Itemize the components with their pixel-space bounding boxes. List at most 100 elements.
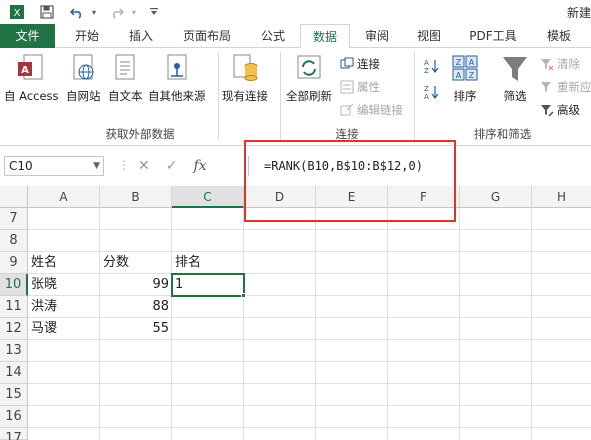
from-access-button[interactable]: A 自 Access xyxy=(4,52,59,104)
sort-icon: ZAAZ xyxy=(450,52,480,86)
cell-b12[interactable]: 55 xyxy=(100,318,172,340)
gridline xyxy=(315,208,316,440)
row-header-15[interactable]: 15 xyxy=(0,384,28,406)
from-web-button[interactable]: 自网站 xyxy=(66,52,101,104)
column-header-b[interactable]: B xyxy=(100,186,172,208)
group-label-connections: 连接 xyxy=(335,127,359,141)
undo-dropdown-icon[interactable]: ▾ xyxy=(88,2,100,22)
formula-input[interactable]: =RANK(B10,B$10:B$12,0) xyxy=(258,156,591,176)
existing-connections-icon xyxy=(230,52,260,86)
window-title: 新建 xyxy=(566,6,591,20)
column-header-g[interactable]: G xyxy=(460,186,532,208)
column-header-f[interactable]: F xyxy=(388,186,460,208)
gridline xyxy=(28,383,591,384)
name-box-dropdown-icon[interactable]: ▼ xyxy=(93,157,100,175)
sort-za-icon: ZA xyxy=(424,84,439,101)
advanced-filter-button[interactable]: 高级 xyxy=(540,102,580,118)
cell-a12[interactable]: 马谡 xyxy=(28,318,100,340)
save-icon[interactable] xyxy=(36,2,58,22)
gridline xyxy=(28,229,591,230)
tab-templates[interactable]: 模板 xyxy=(532,24,586,48)
sort-ascending-button[interactable]: AZ xyxy=(424,58,441,75)
enter-icon[interactable]: ✓ xyxy=(166,158,178,176)
row-header-10[interactable]: 10 xyxy=(0,274,28,296)
row-header-12[interactable]: 12 xyxy=(0,318,28,340)
row-header-16[interactable]: 16 xyxy=(0,406,28,428)
gridline xyxy=(531,208,532,440)
formula-divider xyxy=(248,156,249,176)
access-icon: A xyxy=(16,52,46,86)
properties-icon xyxy=(340,80,354,94)
redo-dropdown-icon[interactable]: ▾ xyxy=(128,2,140,22)
row-header-8[interactable]: 8 xyxy=(0,230,28,252)
svg-text:A: A xyxy=(21,65,29,76)
sort-descending-button[interactable]: ZA xyxy=(424,84,441,101)
ribbon-data: A 自 Access 自网站 自文本 自其他来源 现有连接 获取外部数据 全部刷… xyxy=(0,48,591,146)
row-header-13[interactable]: 13 xyxy=(0,340,28,362)
column-header-h[interactable]: H xyxy=(532,186,591,208)
cancel-icon[interactable]: ✕ xyxy=(138,158,150,176)
sort-az-icon: AZ xyxy=(424,58,439,75)
refresh-all-button[interactable]: 全部刷新 xyxy=(286,52,332,104)
column-header-c[interactable]: C xyxy=(172,186,244,208)
tab-pdf-tools[interactable]: PDF工具 xyxy=(458,24,528,48)
svg-text:Z: Z xyxy=(424,85,429,93)
cell-b11[interactable]: 88 xyxy=(100,296,172,318)
gridline xyxy=(28,405,591,406)
tab-home[interactable]: 开始 xyxy=(62,24,112,48)
svg-text:Z: Z xyxy=(456,58,462,67)
clear-filter-icon xyxy=(540,57,554,71)
reapply-button[interactable]: 重新应 xyxy=(540,79,591,95)
fill-handle[interactable] xyxy=(241,293,246,298)
tab-view[interactable]: 视图 xyxy=(406,24,452,48)
undo-icon[interactable] xyxy=(66,2,88,22)
refresh-icon xyxy=(294,52,324,86)
select-all-corner[interactable] xyxy=(0,186,28,208)
cell-c9[interactable]: 排名 xyxy=(172,252,244,274)
gridline xyxy=(459,208,460,440)
tab-data[interactable]: 数据 xyxy=(300,24,350,49)
connections-button[interactable]: 连接 xyxy=(340,56,380,72)
cell-b10[interactable]: 99 xyxy=(100,274,172,296)
other-sources-icon xyxy=(162,52,192,86)
row-header-11[interactable]: 11 xyxy=(0,296,28,318)
tab-formulas[interactable]: 公式 xyxy=(250,24,296,48)
insert-function-icon[interactable]: fx xyxy=(193,158,206,176)
column-header-a[interactable]: A xyxy=(28,186,100,208)
from-text-button[interactable]: 自文本 xyxy=(108,52,143,104)
svg-text:A: A xyxy=(469,58,475,67)
edit-links-button[interactable]: 编辑链接 xyxy=(340,102,403,118)
reapply-icon xyxy=(540,80,554,94)
ribbon-tabs: 文件 开始 插入 页面布局 公式 数据 审阅 视图 PDF工具 模板 xyxy=(0,24,591,49)
existing-connections-button[interactable]: 现有连接 xyxy=(222,52,268,104)
gridline xyxy=(387,208,388,440)
tab-review[interactable]: 审阅 xyxy=(354,24,400,48)
svg-text:X: X xyxy=(14,8,21,19)
cell-a11[interactable]: 洪涛 xyxy=(28,296,100,318)
tab-insert[interactable]: 插入 xyxy=(118,24,164,48)
from-other-sources-button[interactable]: 自其他来源 xyxy=(148,52,206,104)
sort-button[interactable]: ZAAZ 排序 xyxy=(450,52,480,104)
tab-file[interactable]: 文件 xyxy=(0,24,55,48)
clear-filter-button[interactable]: 清除 xyxy=(540,56,580,72)
column-header-d[interactable]: D xyxy=(244,186,316,208)
group-label-sort-filter: 排序和筛选 xyxy=(473,127,532,141)
group-label-external: 获取外部数据 xyxy=(105,127,175,141)
name-box[interactable]: C10 ▼ xyxy=(4,156,104,176)
row-header-17[interactable]: 17 xyxy=(0,428,28,440)
properties-button[interactable]: 属性 xyxy=(340,79,380,95)
edit-links-icon xyxy=(340,103,354,117)
customize-toolbar-icon[interactable] xyxy=(146,2,162,22)
cell-b9[interactable]: 分数 xyxy=(100,252,172,274)
excel-logo-icon: X xyxy=(6,2,28,22)
cell-a10[interactable]: 张晓 xyxy=(28,274,100,296)
row-header-7[interactable]: 7 xyxy=(0,208,28,230)
column-header-e[interactable]: E xyxy=(316,186,388,208)
title-bar: X ▾ ▾ 新建 xyxy=(0,0,591,24)
cell-a9[interactable]: 姓名 xyxy=(28,252,100,274)
tab-page-layout[interactable]: 页面布局 xyxy=(172,24,242,48)
redo-icon[interactable] xyxy=(106,2,128,22)
filter-button[interactable]: 筛选 xyxy=(500,52,530,104)
row-header-14[interactable]: 14 xyxy=(0,362,28,384)
row-header-9[interactable]: 9 xyxy=(0,252,28,274)
